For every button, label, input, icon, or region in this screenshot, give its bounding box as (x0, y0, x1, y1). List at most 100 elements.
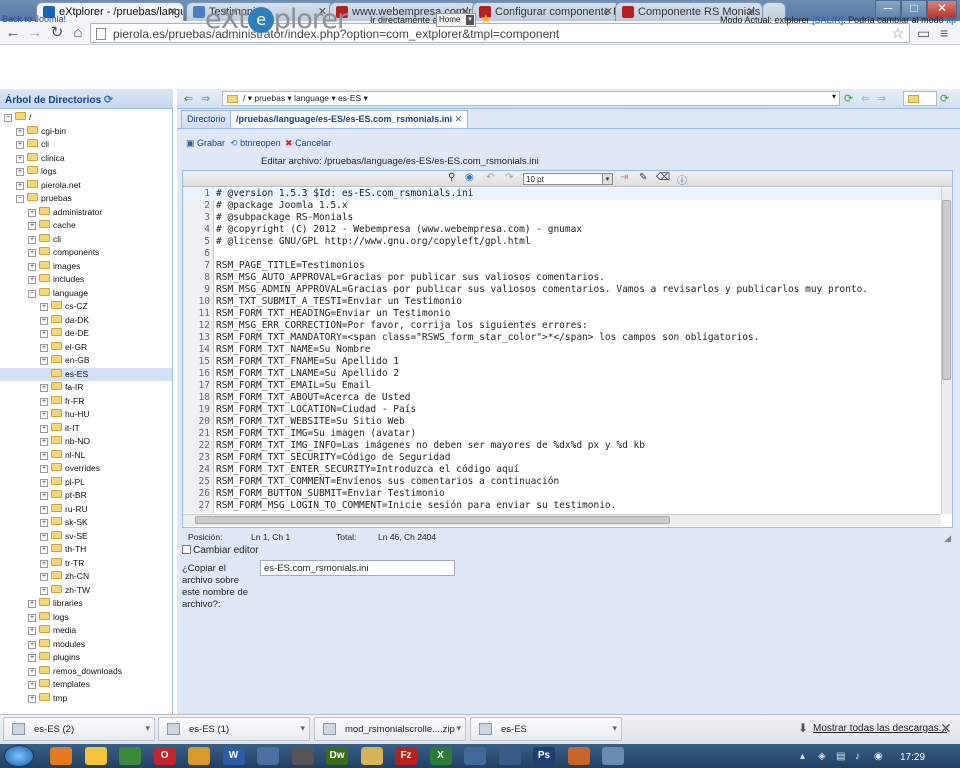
expand-icon[interactable]: + (40, 586, 48, 595)
tree-item[interactable]: + libraries (0, 597, 172, 610)
taskbar-app-icon[interactable] (498, 747, 521, 765)
close-tab-icon[interactable]: ✕ (604, 5, 613, 18)
taskbar-app-icon[interactable]: Fz (395, 747, 417, 765)
tree-item[interactable]: + pierola.net (0, 179, 172, 192)
code-line[interactable]: 17 RSM_FORM_TXT_EMAIL=Su Email (183, 380, 941, 392)
tree-item[interactable]: + nl-NL (0, 449, 172, 462)
tray-network-icon[interactable]: ▤ (836, 751, 845, 762)
highlight-icon[interactable]: ✎ (639, 172, 647, 183)
close-tab-icon[interactable]: ✕ (168, 5, 177, 18)
expand-icon[interactable]: + (40, 492, 48, 500)
taskbar-app-icon[interactable] (360, 747, 383, 765)
expand-icon[interactable]: + (40, 478, 48, 487)
tree-item[interactable]: + en-GB (0, 354, 172, 367)
taskbar-app-icon[interactable] (567, 747, 590, 765)
search-icon[interactable]: ⚲ (448, 172, 455, 183)
ftp-mode-link[interactable]: ftp (946, 15, 956, 25)
expand-icon[interactable]: + (28, 667, 36, 676)
expand-icon[interactable]: + (16, 154, 24, 163)
cancel-button[interactable]: ✖ Cancelar (285, 138, 331, 149)
tree-item[interactable]: + overrides (0, 462, 172, 475)
expand-icon[interactable]: + (40, 532, 48, 541)
expand-icon[interactable]: + (28, 694, 36, 703)
chevron-down-icon[interactable]: ▾ (145, 723, 150, 734)
taskbar-app-icon[interactable]: Ps (533, 747, 555, 765)
tree-item[interactable]: + fr-FR (0, 395, 172, 408)
tree-item[interactable]: + remos_downloads (0, 665, 172, 678)
redo-icon[interactable]: ↷ (505, 172, 513, 183)
tree-item[interactable]: + clinica (0, 152, 172, 165)
taskbar-app-icon[interactable]: W (222, 747, 245, 765)
tree-item[interactable]: + cache (0, 219, 172, 232)
tree-item[interactable]: + ru-RU (0, 503, 172, 516)
goto-line-icon[interactable]: ⇥ (620, 172, 628, 183)
tree-item[interactable]: + media (0, 624, 172, 637)
download-item[interactable]: es-ES ▾ (470, 717, 622, 741)
expand-icon[interactable]: + (28, 262, 36, 271)
tray-security-icon[interactable]: ◉ (874, 751, 883, 762)
code-line[interactable]: 1 # @version 1.5.3 $Id: es-ES.com_rsmonia… (183, 188, 941, 200)
expand-icon[interactable]: + (28, 627, 36, 635)
tray-app-icon[interactable]: ◈ (818, 751, 826, 762)
back-arrow-icon[interactable]: ← (4, 24, 22, 42)
download-item[interactable]: mod_rsmonialscrolle....zip ▾ (314, 717, 466, 741)
expand-icon[interactable]: + (40, 546, 48, 554)
taskbar-app-icon[interactable] (50, 747, 72, 765)
reload-icon[interactable]: ⟳ (844, 92, 853, 105)
expand-icon[interactable]: + (40, 397, 48, 406)
goto-select[interactable]: Home ▾ (436, 13, 476, 27)
favorite-star-icon[interactable]: ★ (480, 11, 492, 27)
code-line[interactable]: 20 RSM_FORM_TXT_WEBSITE=Su Sitio Web (183, 416, 941, 428)
reopen-button[interactable]: ⟲ btnreopen (230, 138, 281, 149)
back-arrow-icon[interactable]: ⇐ (184, 92, 193, 105)
tree-item[interactable]: + cgi-bin (0, 125, 172, 138)
code-line[interactable]: 4 # @copyright (C) 2012 - Webempresa (www… (183, 224, 941, 236)
expand-icon[interactable]: + (28, 600, 36, 608)
tree-item[interactable]: + tmp (0, 692, 172, 705)
taskbar-app-icon[interactable]: Dw (326, 747, 348, 765)
expand-icon[interactable]: − (28, 289, 36, 298)
forward-arrow-icon[interactable]: → (26, 24, 44, 42)
tree-item[interactable]: + plugins (0, 651, 172, 664)
close-tab-icon[interactable]: ✕ (455, 114, 463, 124)
forward-arrow-icon[interactable]: ⇒ (877, 92, 886, 105)
tree-item[interactable]: + logs (0, 165, 172, 178)
change-editor-checkbox[interactable] (182, 545, 191, 554)
taskbar-app-icon[interactable]: O (153, 747, 176, 765)
start-button[interactable] (4, 745, 34, 767)
expand-icon[interactable]: + (28, 613, 36, 622)
code-line[interactable]: 5 # @license GNU/GPL http://www.gnu.org/c… (183, 236, 941, 248)
change-editor-option[interactable]: Cambiar editor (182, 545, 259, 556)
new-folder-field[interactable] (903, 91, 937, 106)
expand-icon[interactable]: − (4, 114, 12, 122)
code-line[interactable]: 3 # @subpackage RS-Monials (183, 212, 941, 224)
tree-item[interactable]: − / (0, 111, 172, 124)
code-line[interactable]: 8 RSM_MSG_AUTO_APPROVAL=Gracias por publi… (183, 272, 941, 284)
horizontal-scroll-thumb[interactable] (195, 516, 670, 524)
tree-item[interactable]: + logs (0, 611, 172, 624)
code-line[interactable]: 27 RSM_FORM_MSG_LOGIN_TO_COMMENT=Inicie s… (183, 500, 941, 512)
code-line[interactable]: 14 RSM_FORM_TXT_NAME=Su Nombre (183, 344, 941, 356)
tree-item[interactable]: + nb-NO (0, 435, 172, 448)
tree-item[interactable]: + cli (0, 138, 172, 151)
bookmark-star-icon[interactable]: ☆ (891, 25, 904, 42)
expand-icon[interactable]: + (40, 505, 48, 514)
tree-item[interactable]: + de-DE (0, 327, 172, 340)
tree-item[interactable]: + tr-TR (0, 557, 172, 570)
expand-icon[interactable]: + (40, 411, 48, 419)
tree-item[interactable]: + hu-HU (0, 408, 172, 421)
resize-grip-icon[interactable]: ◢ (944, 533, 951, 544)
expand-icon[interactable]: + (40, 343, 48, 352)
back-to-joomla-link[interactable]: Back to Joomla! (2, 14, 66, 24)
chevron-down-icon[interactable]: ▾ (456, 723, 461, 734)
undo-icon[interactable]: ↶ (486, 172, 494, 183)
tray-arrow-icon[interactable]: ▴ (800, 751, 805, 762)
code-area[interactable]: 1 # @version 1.5.3 $Id: es-ES.com_rsmonia… (183, 187, 941, 513)
save-button[interactable]: ▣ Grabar (186, 138, 225, 149)
taskbar-app-icon[interactable] (257, 747, 279, 765)
volume-icon[interactable]: ♪ (855, 751, 860, 762)
code-line[interactable]: 7 RSM_PAGE_TITLE=Testimonios (183, 260, 941, 272)
code-line[interactable]: 22 RSM_FORM_TXT_IMG_INFO=Las imágenes no … (183, 440, 941, 452)
code-line[interactable]: 12 RSM_MSG_ERR_CORRECTION=Por favor, corr… (183, 320, 941, 332)
expand-icon[interactable]: + (40, 451, 48, 460)
